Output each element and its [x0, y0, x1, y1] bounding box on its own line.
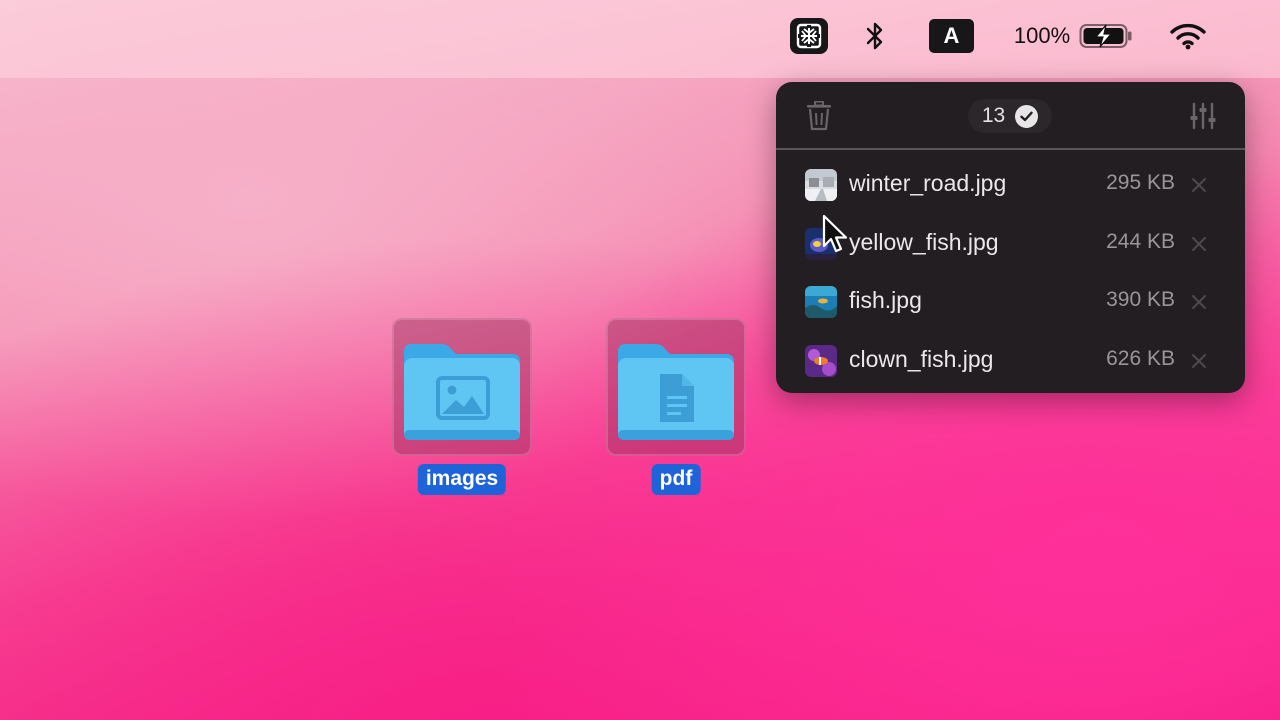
file-name: winter_road.jpg	[849, 170, 1007, 196]
file-name: clown_fish.jpg	[849, 345, 994, 372]
document-folder-icon[interactable]	[616, 334, 736, 444]
close-icon[interactable]	[1188, 233, 1210, 255]
check-icon	[1015, 104, 1039, 128]
file-name: yellow_fish.jpg	[849, 228, 999, 255]
file-row[interactable]: fish.jpg 390 KB	[776, 273, 1245, 332]
folder-label[interactable]: images	[417, 464, 507, 495]
battery-percentage[interactable]: 100%	[1010, 14, 1074, 58]
sliders-icon[interactable]	[1188, 100, 1218, 132]
file-size: 626 KB	[1106, 346, 1175, 370]
file-list: winter_road.jpg 295 KB yellow_fish.jpg 2…	[776, 156, 1245, 390]
file-size: 390 KB	[1106, 288, 1175, 311]
file-size: 244 KB	[1106, 229, 1175, 253]
close-icon[interactable]	[1188, 350, 1210, 372]
trash-icon[interactable]	[804, 100, 834, 132]
menu-bar: A 100%	[0, 0, 1280, 78]
file-size: 295 KB	[1106, 171, 1175, 194]
close-icon[interactable]	[1188, 174, 1210, 196]
input-source-indicator[interactable]: A	[929, 19, 974, 53]
processed-count-badge: 13	[968, 99, 1052, 133]
folder-label[interactable]: pdf	[651, 464, 701, 495]
image-thumbnail	[805, 344, 837, 377]
bluetooth-icon[interactable]	[860, 14, 890, 58]
file-row[interactable]: clown_fish.jpg 626 KB	[776, 332, 1245, 391]
wifi-icon[interactable]	[1166, 14, 1210, 58]
image-thumbnail	[805, 169, 837, 201]
file-row[interactable]: winter_road.jpg 295 KB	[776, 156, 1245, 215]
battery-charging-icon[interactable]	[1078, 14, 1134, 58]
image-folder-icon[interactable]	[402, 334, 522, 444]
panel-header: 13	[776, 82, 1245, 150]
close-icon[interactable]	[1188, 291, 1210, 313]
processed-count: 13	[981, 104, 1006, 127]
image-thumbnail	[805, 286, 837, 318]
mouse-cursor-icon	[822, 214, 850, 256]
app-grid-icon[interactable]	[790, 18, 828, 54]
file-name: fish.jpg	[849, 287, 922, 313]
